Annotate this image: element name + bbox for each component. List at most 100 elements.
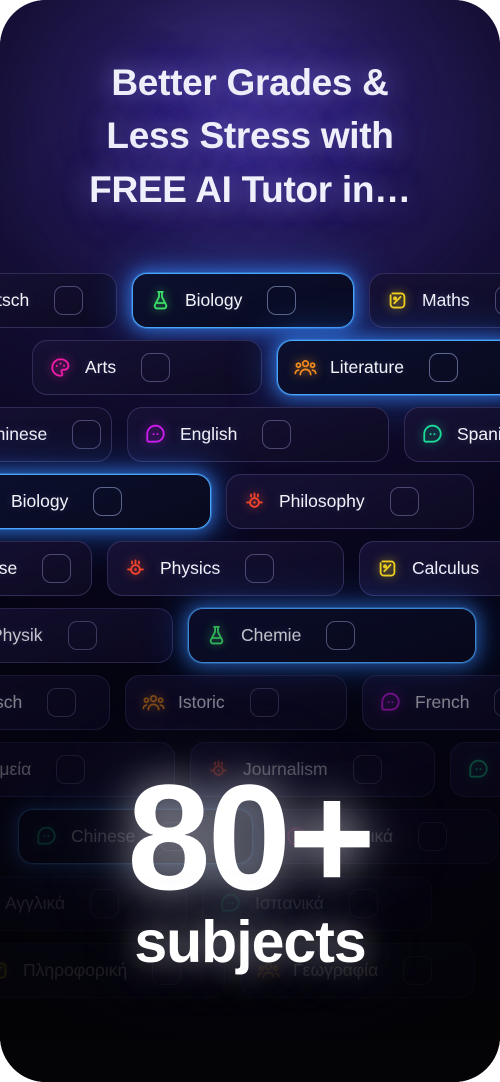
subject-checkbox[interactable] [352, 755, 382, 784]
subject-chip[interactable]: Χημεία [0, 742, 175, 797]
physics-icon [207, 758, 230, 781]
subject-chip-label: Biology [185, 290, 243, 310]
subject-chip-row: Deutsch Biology Maths [0, 273, 500, 328]
subject-chip[interactable]: French [362, 675, 500, 730]
subject-checkbox[interactable] [418, 822, 448, 851]
subject-chip[interactable]: Chinese [18, 809, 253, 864]
subject-chip-label: Πληροφορική [23, 960, 128, 980]
subject-chip[interactable]: Ισπανικά [202, 876, 432, 931]
subject-chip[interactable]: Πληροφορική [0, 943, 225, 998]
flask-icon [205, 624, 228, 647]
subject-chip[interactable]: Spanish [404, 407, 500, 462]
subject-chip[interactable]: Chemie [188, 608, 476, 663]
subject-chip-row: Chinese Physics Calculus [0, 541, 500, 596]
subject-checkbox[interactable] [72, 420, 102, 449]
subject-chip-row: Πληροφορική Γεωγραφία [0, 943, 500, 998]
subject-chip[interactable]: Deutsch [0, 675, 110, 730]
subject-chip[interactable]: Literature [277, 340, 500, 395]
subject-checkbox[interactable] [494, 688, 500, 717]
subject-chip-row: Χημεία Journalism AP Calculus [0, 742, 500, 797]
subject-chip-row: Arts Literature [32, 340, 500, 395]
subject-checkbox[interactable] [494, 286, 500, 315]
subject-chip-label: Deutsch [0, 290, 30, 310]
subject-checkbox[interactable] [389, 487, 419, 516]
subject-checkbox[interactable] [403, 956, 433, 985]
subject-chip[interactable]: Κεραμικά [268, 809, 498, 864]
people-icon [142, 691, 165, 714]
subject-chip-grid: Deutsch Biology Maths Arts Literature Chinese… [0, 273, 500, 1010]
subject-chip[interactable]: Istoric [125, 675, 347, 730]
subject-chip[interactable]: Calculus [359, 541, 500, 596]
subject-chip-label: Χημεία [0, 759, 32, 779]
physics-icon [124, 557, 147, 580]
people-icon [257, 959, 280, 982]
subject-checkbox[interactable] [47, 688, 77, 717]
subject-chip[interactable]: Deutsch [0, 273, 117, 328]
subject-checkbox[interactable] [42, 554, 72, 583]
subject-chip-label: Philosophy [279, 491, 365, 511]
math-icon [0, 959, 10, 982]
subject-checkbox[interactable] [348, 889, 378, 918]
subject-checkbox[interactable] [67, 621, 97, 650]
subject-chip-label: Calculus [412, 558, 480, 578]
subject-chip-label: Chinese [0, 424, 48, 444]
subject-checkbox[interactable] [141, 353, 171, 382]
subject-chip[interactable]: Γεωγραφία [240, 943, 475, 998]
math-icon [386, 289, 409, 312]
subject-chip-label: English [180, 424, 238, 444]
subject-chip-label: Physik [0, 625, 43, 645]
chat-green-icon [467, 758, 490, 781]
subject-chip[interactable]: Chinese [0, 407, 112, 462]
subject-chip[interactable]: Biology [132, 273, 354, 328]
chat-magenta-icon [379, 691, 402, 714]
subject-chip-label: Ισπανικά [255, 893, 324, 913]
subject-chip[interactable]: Journalism [190, 742, 435, 797]
subject-chip-label: Chinese [71, 826, 136, 846]
subject-checkbox[interactable] [249, 688, 279, 717]
subject-chip-label: Spanish [457, 424, 500, 444]
subject-chip[interactable]: English [127, 407, 389, 462]
subject-checkbox[interactable] [262, 420, 292, 449]
chat-green-icon [219, 892, 242, 915]
subject-checkbox[interactable] [245, 554, 275, 583]
palette-icon [285, 825, 308, 848]
subject-chip[interactable]: Physik [0, 608, 173, 663]
subject-checkbox[interactable] [93, 487, 123, 516]
subject-checkbox[interactable] [56, 755, 86, 784]
chat-magenta-icon [144, 423, 167, 446]
subject-chip-label: Arts [85, 357, 117, 377]
phone-screen: Better Grades & Less Stress with FREE AI… [0, 0, 500, 1082]
subject-chip[interactable]: Arts [32, 340, 262, 395]
subject-chip[interactable]: Philosophy [226, 474, 474, 529]
subject-chip-label: Literature [330, 357, 404, 377]
subject-chip-row: Chinese English Spanish [0, 407, 500, 462]
subject-checkbox[interactable] [326, 621, 356, 650]
physics-icon [243, 490, 266, 513]
subject-chip[interactable]: Maths [369, 273, 500, 328]
headline-line-1: Better Grades & [111, 62, 389, 103]
subject-chip-label: Chinese [0, 558, 18, 578]
chat-green-icon [421, 423, 444, 446]
subject-chip[interactable]: AP Calculus [450, 742, 500, 797]
subject-chip-row: Biology Philosophy [0, 474, 500, 529]
subject-checkbox[interactable] [90, 889, 120, 918]
people-icon [294, 356, 317, 379]
math-icon [376, 557, 399, 580]
subject-chip-label: Biology [11, 491, 69, 511]
subject-chip-row: Chinese Κεραμικά [18, 809, 500, 864]
subject-checkbox[interactable] [428, 353, 458, 382]
subject-checkbox[interactable] [152, 956, 182, 985]
subject-chip[interactable]: Physics [107, 541, 344, 596]
headline-line-2: Less Stress with [106, 115, 394, 157]
subject-chip-label: Istoric [178, 692, 225, 712]
subject-chip[interactable]: Chinese [0, 541, 92, 596]
subject-checkbox[interactable] [160, 822, 190, 851]
subject-chip-label: Deutsch [0, 692, 23, 712]
subject-chip-label: Γεωγραφία [293, 960, 379, 980]
subject-chip-label: Maths [422, 290, 470, 310]
palette-icon [49, 356, 72, 379]
subject-chip[interactable]: Αγγλικά [0, 876, 187, 931]
subject-checkbox[interactable] [54, 286, 84, 315]
subject-checkbox[interactable] [267, 286, 297, 315]
subject-chip[interactable]: Biology [0, 474, 211, 529]
